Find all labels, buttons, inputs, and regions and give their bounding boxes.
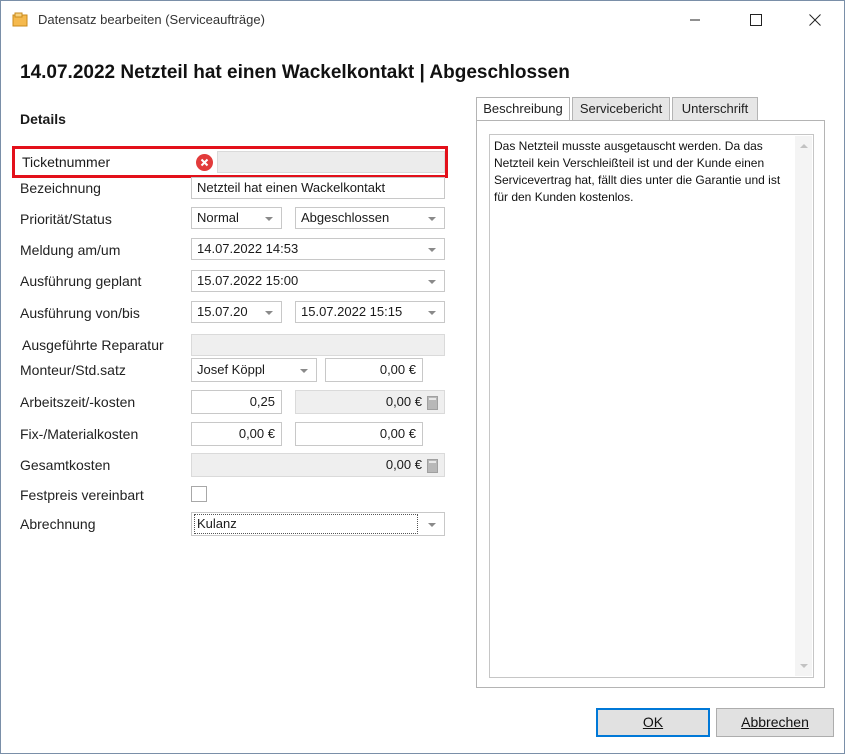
calculator-icon[interactable] <box>427 396 438 410</box>
abrechnung-label: Abrechnung <box>20 516 96 532</box>
gesamtkosten-field: 0,00 € <box>191 453 445 477</box>
details-heading: Details <box>20 111 66 127</box>
festpreis-label: Festpreis vereinbart <box>20 487 144 503</box>
title-bar: Datensatz bearbeiten (Serviceaufträge) <box>1 1 844 39</box>
cancel-button-label: Abbrechen <box>741 714 809 730</box>
description-text: Das Netzteil musste ausgetauscht werden.… <box>494 139 781 204</box>
tab-beschreibung[interactable]: Beschreibung <box>476 97 570 122</box>
prioritaet-label: Priorität/Status <box>20 211 112 227</box>
tab-servicebericht[interactable]: Servicebericht <box>572 97 670 121</box>
status-value: Abgeschlossen <box>301 210 390 225</box>
geplant-value: 15.07.2022 15:00 <box>197 273 299 288</box>
abrechnung-value: Kulanz <box>194 514 418 534</box>
tab-unterschrift[interactable]: Unterschrift <box>672 97 758 121</box>
fixkosten-value: 0,00 € <box>238 426 275 441</box>
monteur-label: Monteur/Std.satz <box>20 362 126 378</box>
ok-button-label: OK <box>642 714 664 730</box>
bezeichnung-input[interactable]: Netzteil hat einen Wackelkontakt <box>191 177 445 199</box>
window-title: Datensatz bearbeiten (Serviceaufträge) <box>38 12 265 27</box>
ticket-number-input[interactable] <box>217 151 445 173</box>
minimize-icon <box>690 19 700 21</box>
calculator-icon[interactable] <box>427 459 438 473</box>
abrechnung-select[interactable]: Kulanz <box>191 512 445 536</box>
monteur-value: Josef Köppl <box>197 362 265 377</box>
dialog-window: Datensatz bearbeiten (Serviceaufträge) 1… <box>0 0 845 754</box>
priority-value: Normal <box>197 210 239 225</box>
von-bis-label: Ausführung von/bis <box>20 305 140 321</box>
arbeitszeit-value: 0,25 <box>249 394 275 409</box>
reparatur-input <box>191 334 445 356</box>
arbeitskosten-field: 0,00 € <box>295 390 445 414</box>
stundensatz-input[interactable]: 0,00 € <box>325 358 423 382</box>
scroll-down-icon[interactable] <box>800 664 808 668</box>
description-textarea[interactable]: Das Netzteil musste ausgetauscht werden.… <box>489 134 814 678</box>
close-button[interactable] <box>785 1 844 39</box>
minimize-button[interactable] <box>665 1 725 39</box>
record-headline: 14.07.2022 Netzteil hat einen Wackelkont… <box>20 62 570 83</box>
arbeitskosten-value: 0,00 € <box>385 394 422 409</box>
materialkosten-value: 0,00 € <box>379 426 416 441</box>
dropdown-caret-icon <box>428 523 436 527</box>
maximize-button[interactable] <box>726 1 786 39</box>
festpreis-checkbox[interactable] <box>191 486 207 502</box>
geplant-datetime-picker[interactable]: 15.07.2022 15:00 <box>191 270 445 292</box>
arbeitszeit-label: Arbeitszeit/-kosten <box>20 394 136 410</box>
dropdown-caret-icon <box>428 217 436 221</box>
priority-select[interactable]: Normal <box>191 207 282 229</box>
execution-from-picker[interactable]: 15.07.20 <box>191 301 282 323</box>
dropdown-caret-icon <box>265 311 273 315</box>
dropdown-caret-icon <box>428 248 436 252</box>
dropdown-caret-icon <box>265 217 273 221</box>
meldung-label: Meldung am/um <box>20 242 121 258</box>
scroll-up-icon[interactable] <box>800 144 808 148</box>
gesamt-label: Gesamtkosten <box>20 457 111 473</box>
description-scrollbar[interactable] <box>795 136 812 676</box>
meldung-datetime-picker[interactable]: 14.07.2022 14:53 <box>191 238 445 260</box>
app-icon <box>12 12 28 27</box>
bezeichnung-value: Netzteil hat einen Wackelkontakt <box>197 180 386 195</box>
dropdown-caret-icon <box>428 311 436 315</box>
reparatur-label: Ausgeführte Reparatur <box>22 337 164 353</box>
meldung-value: 14.07.2022 14:53 <box>197 241 299 256</box>
fixkosten-input[interactable]: 0,00 € <box>191 422 282 446</box>
error-icon <box>196 154 213 171</box>
materialkosten-input[interactable]: 0,00 € <box>295 422 423 446</box>
geplant-label: Ausführung geplant <box>20 273 142 289</box>
execution-from-value: 15.07.20 <box>197 304 248 319</box>
arbeitszeit-input[interactable]: 0,25 <box>191 390 282 414</box>
dropdown-caret-icon <box>428 280 436 284</box>
cancel-button[interactable]: Abbrechen <box>716 708 834 737</box>
bezeichnung-label: Bezeichnung <box>20 180 101 196</box>
ok-button[interactable]: OK <box>596 708 710 737</box>
ticket-label: Ticketnummer <box>22 154 111 170</box>
execution-to-value: 15.07.2022 15:15 <box>301 304 403 319</box>
maximize-icon <box>750 14 762 26</box>
status-select[interactable]: Abgeschlossen <box>295 207 445 229</box>
execution-to-picker[interactable]: 15.07.2022 15:15 <box>295 301 445 323</box>
dropdown-caret-icon <box>300 369 308 373</box>
gesamtkosten-value: 0,00 € <box>385 457 422 472</box>
close-icon <box>809 14 821 26</box>
material-label: Fix-/Materialkosten <box>20 426 139 442</box>
monteur-select[interactable]: Josef Köppl <box>191 358 317 382</box>
stundensatz-value: 0,00 € <box>379 362 416 377</box>
